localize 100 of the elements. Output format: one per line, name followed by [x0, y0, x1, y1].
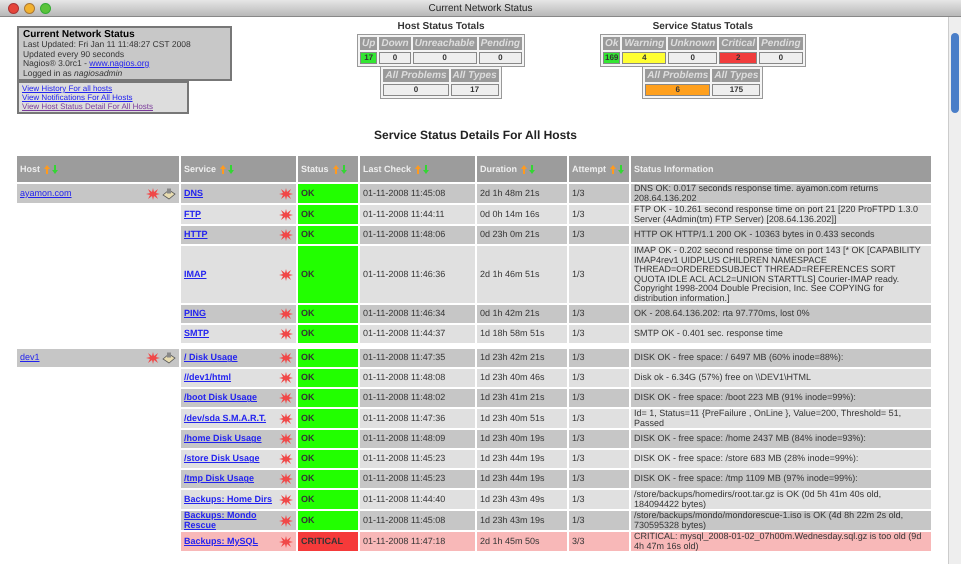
totals-count: 6	[645, 84, 710, 96]
totals-count: 4	[622, 52, 666, 64]
sort-arrows-icon[interactable]	[521, 164, 537, 174]
login-text: Logged in as nagiosadmin	[23, 68, 122, 78]
scroll-thumb[interactable]	[951, 33, 959, 113]
totals-title: Host Status Totals	[398, 21, 485, 33]
info-line: Last Updated: Fri Jan 11 11:48:27 CST 2008	[23, 40, 192, 50]
table-cell: 01-11-2008 11:47:35	[360, 349, 475, 367]
service-link[interactable]: DNS	[184, 188, 204, 198]
table-cell: 1d 23h 40m 46s	[477, 369, 567, 387]
close-button[interactable]	[8, 2, 19, 14]
nav-link[interactable]: View Host Status Detail For All Hosts	[22, 102, 184, 111]
splat-icon	[279, 433, 293, 445]
status-cell: OK	[298, 349, 358, 367]
nav-link[interactable]: View History For all hosts	[22, 84, 184, 93]
totals-count: 0	[379, 52, 411, 64]
nav-link[interactable]: View Notifications For All Hosts	[22, 93, 184, 102]
totals-count: 0	[759, 52, 803, 64]
table-cell: DISK OK - free space: /store 683 MB (28% inode=99%):	[631, 450, 931, 468]
service-link[interactable]: Backups: MySQL	[184, 536, 258, 546]
table-cell: 01-11-2008 11:46:36	[360, 246, 475, 303]
notebook-icon[interactable]	[162, 352, 176, 364]
sort-arrows-icon[interactable]	[332, 164, 349, 174]
host-link[interactable]: dev1	[20, 353, 40, 363]
service-link[interactable]: /store Disk Usage	[184, 454, 260, 464]
service-link[interactable]: Backups: Mondo Rescue	[184, 511, 275, 530]
table-cell: 1/3	[569, 409, 629, 428]
service-link[interactable]: //dev1/html	[184, 373, 232, 383]
splat-icon	[146, 352, 160, 364]
totals-count: 17	[450, 84, 499, 96]
table-cell: 01-11-2008 11:45:08	[360, 184, 475, 203]
table-cell: 01-11-2008 11:45:08	[360, 511, 475, 530]
table-cell: 1/3	[569, 389, 629, 407]
scrollbar[interactable]	[948, 17, 961, 564]
window-title: Current Network Status	[428, 2, 532, 16]
status-cell: OK	[298, 430, 358, 448]
info-line: Updated every 90 seconds	[23, 50, 126, 59]
sort-arrows-icon[interactable]	[44, 164, 60, 174]
table-cell: 1/3	[569, 226, 629, 244]
table-cell: CRITICAL: mysql_2008-01-02_07h00m.Wednesday.sql.gz is too old (9d 4h 47m 16s old)	[631, 532, 931, 551]
splat-icon	[279, 352, 293, 364]
sort-arrows-icon[interactable]	[220, 164, 236, 174]
table-cell: 1/3	[569, 325, 629, 343]
status-cell: OK	[298, 205, 358, 224]
table-cell: /store/backups/mondo/mondorescue-1.iso is OK (4d 8h 22m 2s old, 730595328 bytes)	[631, 511, 931, 530]
splat-icon	[279, 328, 293, 340]
service-link[interactable]: Backups: Home Dirs	[184, 494, 272, 504]
sort-arrows-icon[interactable]	[610, 164, 626, 174]
version-text: Nagios® 3.0rc1 -	[23, 59, 88, 68]
splat-icon	[279, 473, 293, 485]
table-cell: 01-11-2008 11:48:09	[360, 430, 475, 448]
info-title: Current Network Status	[23, 29, 136, 40]
table-cell: 1/3	[569, 450, 629, 468]
table-cell: 1/3	[569, 184, 629, 203]
service-link[interactable]: / Disk Usage	[184, 353, 238, 363]
table-cell: 01-11-2008 11:47:18	[360, 532, 475, 551]
table-cell: 1d 23h 44m 19s	[477, 450, 567, 468]
service-link[interactable]: IMAP	[184, 270, 206, 280]
table-cell: DISK OK - free space: /home 2437 MB (84% inode=93%):	[631, 430, 931, 448]
host-link[interactable]: ayamon.com	[20, 188, 72, 198]
service-link[interactable]: /tmp Disk Usage	[184, 474, 254, 484]
table-cell: 1d 23h 43m 49s	[477, 490, 567, 509]
splat-icon	[146, 188, 160, 200]
splat-icon	[279, 536, 293, 548]
totals-count: 175	[712, 84, 760, 96]
totals-title: Service Status Totals	[652, 21, 754, 33]
totals-count: 0	[412, 52, 477, 64]
table-cell: 1/3	[569, 349, 629, 367]
table-cell: 1/3	[569, 490, 629, 509]
table-cell: 3/3	[569, 532, 629, 551]
splat-icon	[279, 268, 293, 280]
service-link[interactable]: FTP	[184, 210, 201, 220]
service-link[interactable]: /dev/sda S.M.A.R.T.	[184, 414, 266, 424]
splat-icon	[279, 229, 293, 241]
table-cell: 1d 23h 40m 51s	[477, 409, 567, 428]
service-link[interactable]: /boot Disk Usage	[184, 393, 258, 403]
service-link[interactable]: /home Disk Usage	[184, 434, 262, 444]
status-cell: OK	[298, 409, 358, 428]
page-heading: Service Status Details For All Hosts	[373, 127, 578, 144]
table-cell: 01-11-2008 11:44:11	[360, 205, 475, 224]
service-link[interactable]: PING	[184, 309, 206, 319]
table-cell: DISK OK - free space: /tmp 1109 MB (97% inode=99%):	[631, 470, 931, 488]
table-cell: 1d 23h 41m 21s	[477, 389, 567, 407]
service-link[interactable]: SMTP	[184, 329, 210, 339]
service-link[interactable]: HTTP	[184, 230, 208, 240]
status-cell: OK	[298, 450, 358, 468]
table-cell: 01-11-2008 11:48:06	[360, 226, 475, 244]
table-cell: 01-11-2008 11:45:23	[360, 470, 475, 488]
notebook-icon[interactable]	[162, 188, 176, 200]
table-cell: 1/3	[569, 511, 629, 530]
splat-icon	[279, 308, 293, 320]
minimize-button[interactable]	[24, 2, 35, 14]
sort-arrows-icon[interactable]	[415, 164, 432, 174]
table-cell: 01-11-2008 11:48:08	[360, 369, 475, 387]
splat-icon	[279, 372, 293, 384]
splat-icon	[279, 453, 293, 465]
table-cell: FTP OK - 10.261 second response time on port 21 [220 ProFTPD 1.3.0 Server (4Admin(tm) FTP Server) [208.64.136.202]]	[631, 205, 931, 224]
table-cell: 01-11-2008 11:48:02	[360, 389, 475, 407]
nagios-link[interactable]: www.nagios.org	[89, 59, 150, 68]
zoom-button[interactable]	[40, 2, 51, 14]
